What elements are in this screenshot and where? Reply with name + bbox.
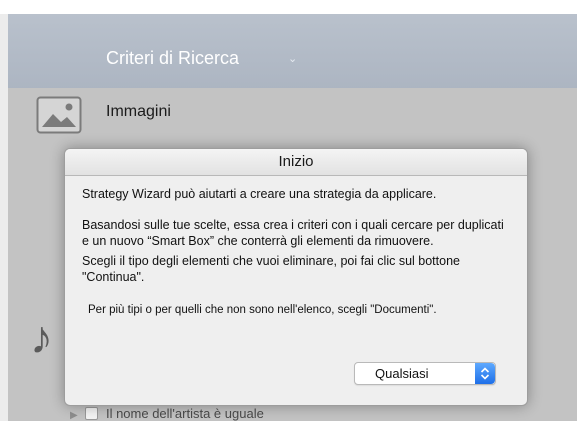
criteria-row-label: Il nome dell'artista è uguale [105, 406, 264, 421]
image-icon [36, 96, 82, 134]
music-note-icon: ♪ [30, 311, 53, 363]
image-row-label[interactable]: Immagini [106, 103, 171, 121]
chevron-down-icon[interactable]: ⌄ [288, 52, 297, 65]
wizard-dialog: Inizio Strategy Wizard può aiutarti a cr… [64, 148, 528, 406]
dialog-title: Inizio [278, 153, 314, 170]
window-top-strip [0, 0, 577, 14]
page-title[interactable]: Criteri di Ricerca [106, 48, 239, 69]
instruction-text: Scegli il tipo degli elementi che vuoi e… [82, 254, 460, 284]
type-select[interactable]: Qualsiasi [354, 362, 496, 385]
type-select-value: Qualsiasi [375, 366, 429, 381]
dialog-titlebar: Inizio [65, 149, 527, 176]
row-checkbox[interactable] [85, 407, 99, 420]
dialog-body: Strategy Wizard può aiutarti a creare un… [65, 176, 527, 318]
disclosure-triangle-icon[interactable]: ▶ [70, 410, 78, 421]
intro-text: Strategy Wizard può aiutarti a creare un… [82, 187, 437, 201]
explanation-text: Basandosi sulle tue scelte, essa crea i … [82, 218, 504, 248]
up-down-chevron-icon[interactable] [475, 363, 495, 384]
criteria-row[interactable]: ▶ Il nome dell'artista è uguale [70, 406, 264, 421]
note-text: Per più tipi o per quelli che non sono n… [88, 304, 437, 316]
